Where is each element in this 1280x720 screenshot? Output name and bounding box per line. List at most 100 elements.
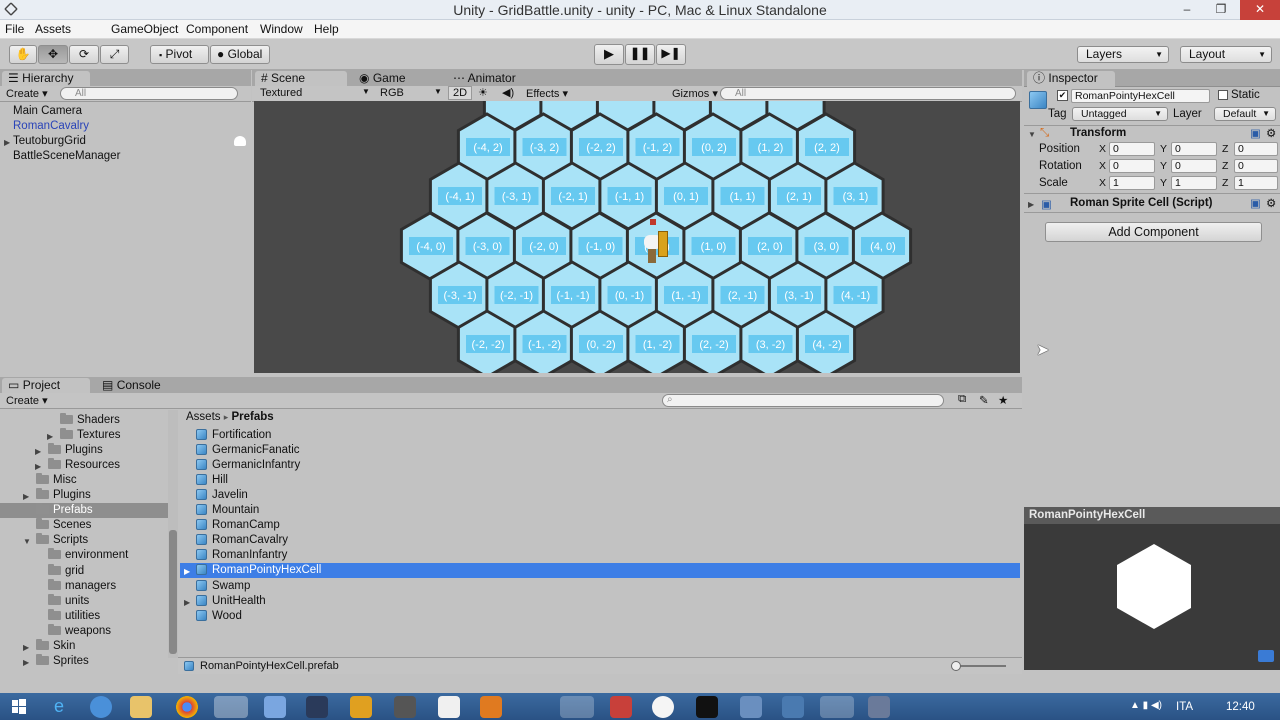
menu-gameobject[interactable]: GameObject xyxy=(111,22,178,36)
rotate-tool-button[interactable]: ⟳ xyxy=(69,45,99,64)
app-icon[interactable] xyxy=(394,696,416,718)
hierarchy-create-button[interactable]: Create ▾ xyxy=(6,87,48,100)
folder-item[interactable]: environment xyxy=(48,548,128,561)
2d-toggle[interactable]: 2D xyxy=(448,86,473,100)
asset-item[interactable]: GermanicFanatic xyxy=(196,444,300,456)
static-checkbox[interactable] xyxy=(1218,90,1228,100)
folder-item[interactable]: Textures xyxy=(60,428,120,441)
asset-item[interactable]: RomanInfantry xyxy=(196,549,287,561)
folder-item[interactable]: utilities xyxy=(48,608,100,622)
expand-arrow-icon[interactable]: ▶ xyxy=(23,492,29,501)
asset-item[interactable]: Swamp xyxy=(196,579,250,592)
expand-arrow-icon[interactable]: ▶ xyxy=(23,643,29,652)
asset-item[interactable]: GermanicInfantry xyxy=(196,459,300,471)
minimize-button[interactable]: – xyxy=(1174,0,1200,20)
hierarchy-item[interactable]: BattleSceneManager xyxy=(13,150,120,162)
expand-arrow-icon[interactable]: ▶ xyxy=(1028,200,1034,209)
terminal-icon[interactable] xyxy=(696,696,718,718)
scale-x-field[interactable]: 1 xyxy=(1109,176,1155,190)
app-icon[interactable] xyxy=(740,696,762,718)
folder-item[interactable]: weapons xyxy=(48,623,111,637)
lighting-toggle-icon[interactable]: ☀ xyxy=(478,86,488,99)
start-windows-icon[interactable] xyxy=(8,696,30,718)
asset-item[interactable]: Hill xyxy=(196,474,228,486)
slider-handle[interactable] xyxy=(951,661,961,671)
folder-item[interactable]: Plugins xyxy=(48,443,103,456)
app-icon[interactable] xyxy=(652,696,674,718)
folder-item[interactable]: Scripts xyxy=(36,533,88,546)
asset-item[interactable]: Mountain xyxy=(196,504,259,516)
asset-item[interactable]: RomanPointyHexCell xyxy=(196,564,321,576)
position-z-field[interactable]: 0 xyxy=(1234,142,1278,156)
project-search-input[interactable]: ⌕ xyxy=(662,394,944,407)
gizmos-dropdown[interactable]: Gizmos ▾ xyxy=(672,87,718,100)
file-explorer-icon[interactable] xyxy=(130,696,152,718)
active-checkbox[interactable]: ✔ xyxy=(1057,90,1068,101)
tab-hierarchy[interactable]: ☰ Hierarchy xyxy=(2,71,90,87)
asset-item[interactable]: RomanCavalry xyxy=(196,534,288,546)
tab-inspector[interactable]: ⓘ Inspector xyxy=(1027,71,1115,87)
scale-z-field[interactable]: 1 xyxy=(1234,176,1278,190)
position-y-field[interactable]: 0 xyxy=(1171,142,1217,156)
expand-arrow-icon[interactable]: ▶ xyxy=(47,432,53,441)
expand-arrow-icon[interactable]: ▶ xyxy=(35,447,41,456)
hand-tool-button[interactable]: ✋ xyxy=(9,45,37,64)
notepad-icon[interactable] xyxy=(438,696,460,718)
folder-item[interactable]: Skin xyxy=(36,638,75,652)
rotation-y-field[interactable]: 0 xyxy=(1171,159,1217,173)
folder-item[interactable]: Scenes xyxy=(36,518,91,531)
maximize-button[interactable]: ❐ xyxy=(1208,0,1234,20)
filter-label-icon[interactable]: ✎ xyxy=(979,393,989,407)
gear-icon[interactable]: ⚙ xyxy=(1266,126,1276,140)
preview-area[interactable] xyxy=(1024,524,1280,670)
close-button[interactable]: ✕ xyxy=(1240,0,1280,20)
unity-taskbar-icon[interactable] xyxy=(214,696,248,718)
app-icon[interactable] xyxy=(782,696,804,718)
scrollbar-thumb[interactable] xyxy=(169,530,177,654)
app-icon[interactable] xyxy=(306,696,328,718)
expand-arrow-icon[interactable]: ▶ xyxy=(35,462,41,471)
hierarchy-item[interactable]: Main Camera xyxy=(13,105,82,117)
collapse-arrow-icon[interactable]: ▼ xyxy=(1028,130,1036,139)
object-name-field[interactable]: RomanPointyHexCell xyxy=(1071,89,1210,103)
language-indicator[interactable]: ITA xyxy=(1176,701,1193,713)
expand-arrow-icon[interactable]: ▶ xyxy=(4,138,10,147)
folder-item[interactable]: units xyxy=(48,593,89,607)
expand-arrow-icon[interactable]: ▶ xyxy=(184,567,190,576)
shading-mode-dropdown[interactable]: Textured xyxy=(260,87,302,99)
scene-view[interactable]: (-4, 2) (-3, 2) (-2, 2) (-1, 2) (0, 2) (1, 2)… xyxy=(254,101,1020,373)
folder-item[interactable]: Misc xyxy=(36,473,77,486)
render-mode-dropdown[interactable]: RGB xyxy=(380,87,404,99)
pause-button[interactable]: ❚❚ xyxy=(625,44,655,65)
scene-search-input[interactable]: All xyxy=(720,87,1016,100)
tab-project[interactable]: ▭ Project xyxy=(2,378,90,394)
asset-bundle-icon[interactable] xyxy=(1258,650,1274,662)
hierarchy-item[interactable]: RomanCavalry xyxy=(13,120,89,132)
layer-dropdown[interactable]: Default ▼ xyxy=(1214,107,1276,121)
clock[interactable]: 12:40 xyxy=(1226,701,1255,713)
asset-item[interactable]: UnitHealth xyxy=(196,594,266,607)
menu-component[interactable]: Component xyxy=(186,22,248,36)
icon-size-slider[interactable] xyxy=(951,661,1006,671)
app-icon[interactable] xyxy=(820,696,854,718)
app-icon[interactable] xyxy=(610,696,632,718)
tab-scene[interactable]: # Scene xyxy=(255,71,347,87)
rotation-z-field[interactable]: 0 xyxy=(1234,159,1278,173)
position-x-field[interactable]: 0 xyxy=(1109,142,1155,156)
favorite-star-icon[interactable]: ★ xyxy=(998,393,1008,407)
menu-assets[interactable]: Assets xyxy=(35,22,71,36)
scale-y-field[interactable]: 1 xyxy=(1171,176,1217,190)
breadcrumb-prefabs[interactable]: Prefabs xyxy=(231,411,273,423)
asset-item[interactable]: Fortification xyxy=(196,429,271,441)
asset-item[interactable]: RomanCamp xyxy=(196,519,280,531)
folder-item[interactable]: Plugins xyxy=(36,488,91,501)
step-button[interactable]: ▶❚ xyxy=(656,44,686,65)
help-icon[interactable]: ▣ xyxy=(1250,126,1261,140)
gear-icon[interactable]: ⚙ xyxy=(1266,196,1276,210)
app-icon[interactable] xyxy=(90,696,112,718)
asset-item[interactable]: Wood xyxy=(196,609,242,622)
asset-item[interactable]: Javelin xyxy=(196,489,248,501)
expanded-arrow-icon[interactable]: ▼ xyxy=(23,537,31,546)
add-component-button[interactable]: Add Component xyxy=(1045,222,1262,242)
app-icon[interactable] xyxy=(868,696,890,718)
